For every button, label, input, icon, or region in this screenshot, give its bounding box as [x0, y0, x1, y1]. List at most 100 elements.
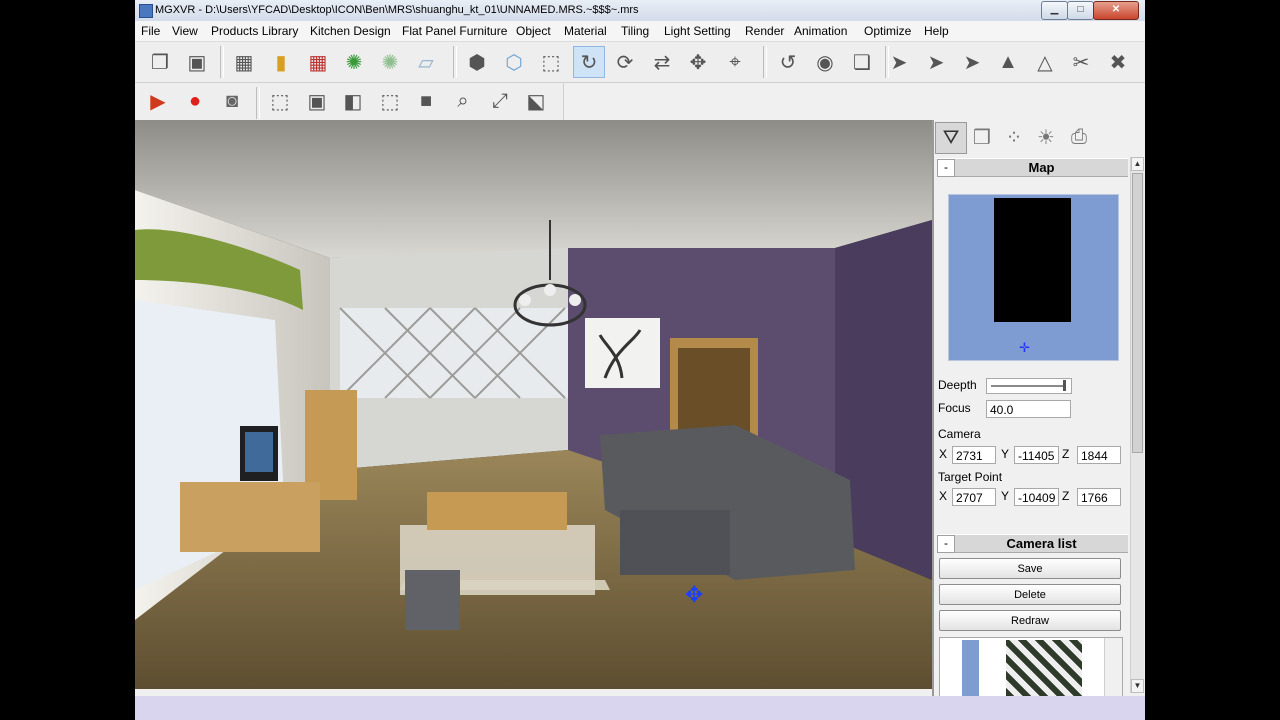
menu-light-setting[interactable]: Light Setting	[664, 24, 731, 38]
target-icon[interactable]: ⌖	[720, 47, 750, 77]
camera-list-section-header[interactable]: - Camera list	[937, 534, 1128, 553]
menu-help[interactable]: Help	[924, 24, 949, 38]
scroll-up-arrow-icon[interactable]: ▲	[1131, 157, 1144, 171]
view-side-icon[interactable]: ◧	[338, 86, 368, 116]
focus-input[interactable]: 40.0	[986, 400, 1071, 418]
object-tab-icon[interactable]: ❒	[967, 122, 997, 152]
camera-settings-tab-icon[interactable]: ⛛	[935, 122, 967, 154]
view-toolbar: ▶ ● ◙ ⬚ ▣ ◧ ⬚ ■ ⌕ ⤢ ⬕	[135, 83, 564, 120]
fit-view-icon[interactable]: ⤢	[485, 86, 515, 116]
eye-icon[interactable]: ◉	[810, 47, 840, 77]
3d-viewport[interactable]: ✥	[135, 120, 932, 689]
minimize-button[interactable]: ▁	[1041, 1, 1068, 20]
coffee-table	[427, 492, 567, 530]
view-front-icon[interactable]: ▣	[302, 86, 332, 116]
maximize-button[interactable]: □	[1067, 1, 1094, 20]
menu-file[interactable]: File	[141, 24, 160, 38]
camera-icon[interactable]: ◙	[217, 86, 247, 116]
light-burst-icon[interactable]: ✺	[339, 47, 369, 77]
map-collapse-button[interactable]: -	[937, 159, 955, 177]
toolbar-separator	[220, 46, 224, 78]
pyramid-icon[interactable]: ▲	[993, 47, 1023, 77]
cut-tool-icon[interactable]: ✂	[1066, 47, 1096, 77]
map-section-header[interactable]: - Map	[937, 158, 1128, 177]
menu-animation[interactable]: Animation	[794, 24, 847, 38]
camera-thumbnail[interactable]	[962, 640, 979, 696]
redraw-button[interactable]: Redraw	[939, 610, 1121, 631]
ottoman	[620, 510, 730, 575]
delete-select-icon[interactable]: ✖	[1103, 47, 1133, 77]
deepth-label: Deepth	[938, 378, 977, 392]
target-x-input[interactable]: 2707	[952, 488, 996, 506]
move-icon[interactable]: ✥	[683, 47, 713, 77]
thumbnail-scrollbar[interactable]	[1104, 638, 1122, 696]
view-solid-icon[interactable]: ■	[411, 86, 441, 116]
menu-products-library[interactable]: Products Library	[211, 24, 298, 38]
map-camera-marker[interactable]: ✛	[1019, 340, 1030, 356]
menu-object[interactable]: Object	[516, 24, 551, 38]
toolbar-separator	[453, 46, 457, 78]
panel-scrollbar[interactable]: ▲ ▼	[1130, 157, 1144, 693]
bars-icon[interactable]: ▮	[266, 47, 296, 77]
menu-kitchen-design[interactable]: Kitchen Design	[310, 24, 391, 38]
camera-z-input[interactable]: 1844	[1077, 446, 1121, 464]
title-bar[interactable]: MGXVR - D:\Users\YFCAD\Desktop\ICON\Ben\…	[135, 0, 1145, 22]
box-3d-icon[interactable]: ⬢	[462, 47, 492, 77]
record-icon[interactable]: ●	[180, 86, 210, 116]
scroll-down-arrow-icon[interactable]: ▼	[1131, 679, 1144, 693]
camera-y-label: Y	[1001, 447, 1010, 461]
camera-map[interactable]: ✛	[948, 194, 1119, 361]
camera-x-input[interactable]: 2731	[952, 446, 996, 464]
floor-plane-icon[interactable]: ▱	[411, 47, 441, 77]
select-arrow-2-icon[interactable]: ➤	[921, 47, 951, 77]
toolbar-separator	[256, 87, 260, 119]
delete-camera-button[interactable]: Delete	[939, 584, 1121, 605]
menu-material[interactable]: Material	[564, 24, 607, 38]
zoom-icon[interactable]: ⌕	[448, 86, 478, 116]
target-z-input[interactable]: 1766	[1077, 488, 1121, 506]
camera-list-collapse-button[interactable]: -	[937, 535, 955, 553]
select-arrow-icon[interactable]: ➤	[884, 47, 914, 77]
target-x-label: X	[939, 489, 948, 503]
camera-thumbnail[interactable]	[1006, 640, 1082, 696]
close-button[interactable]: ✕	[1093, 1, 1139, 20]
camera-y-input[interactable]: -11405	[1014, 446, 1059, 464]
rotate-icon[interactable]: ↻	[573, 46, 605, 78]
window-title: MGXVR - D:\Users\YFCAD\Desktop\ICON\Ben\…	[155, 4, 639, 16]
deepth-slider-thumb[interactable]	[1063, 380, 1066, 391]
app-icon	[139, 4, 153, 18]
copy-object-icon[interactable]: ❐	[145, 47, 175, 77]
refresh-icon[interactable]: ⇄	[647, 47, 677, 77]
wire-box-icon[interactable]: ⬚	[536, 47, 566, 77]
orbit-icon[interactable]: ⟳	[610, 47, 640, 77]
camera-z-label: Z	[1062, 447, 1070, 461]
save-camera-button[interactable]: Save	[939, 558, 1121, 579]
light-tab-icon[interactable]: ☀	[1031, 122, 1061, 152]
menu-view[interactable]: View	[172, 24, 198, 38]
camera-thumbnail-list[interactable]	[939, 637, 1123, 697]
group-icon[interactable]: ▣	[182, 47, 212, 77]
play-icon[interactable]: ▶	[143, 86, 173, 116]
delete-list-icon[interactable]: ▦	[303, 47, 333, 77]
menu-flat-panel-furniture[interactable]: Flat Panel Furniture	[402, 24, 507, 38]
target-y-input[interactable]: -10409	[1014, 488, 1059, 506]
box-3d-filled-icon[interactable]: ⬡	[499, 47, 529, 77]
camera-view-icon[interactable]: ⬕	[521, 86, 551, 116]
materials-tab-icon[interactable]: ⁘	[999, 122, 1029, 152]
files-icon[interactable]: ❏	[847, 47, 877, 77]
menu-render[interactable]: Render	[745, 24, 784, 38]
view-top-icon[interactable]: ⬚	[265, 86, 295, 116]
scrollbar-thumb[interactable]	[1132, 173, 1143, 453]
viewport-move-marker[interactable]: ✥	[685, 583, 703, 608]
view-perspective-icon[interactable]: ⬚	[375, 86, 405, 116]
camera-list-section-title: Camera list	[1006, 536, 1077, 551]
menu-optimize[interactable]: Optimize	[864, 24, 911, 38]
triangle-icon[interactable]: △	[1030, 47, 1060, 77]
deepth-slider[interactable]	[986, 378, 1072, 394]
delete-grid-icon[interactable]: ▦	[229, 47, 259, 77]
light-spot-icon[interactable]: ✺	[375, 47, 405, 77]
render-settings-tab-icon[interactable]: ⎙	[1064, 122, 1094, 152]
select-arrow-3-icon[interactable]: ➤	[957, 47, 987, 77]
menu-tiling[interactable]: Tiling	[621, 24, 649, 38]
undo-rotate-icon[interactable]: ↺	[773, 47, 803, 77]
